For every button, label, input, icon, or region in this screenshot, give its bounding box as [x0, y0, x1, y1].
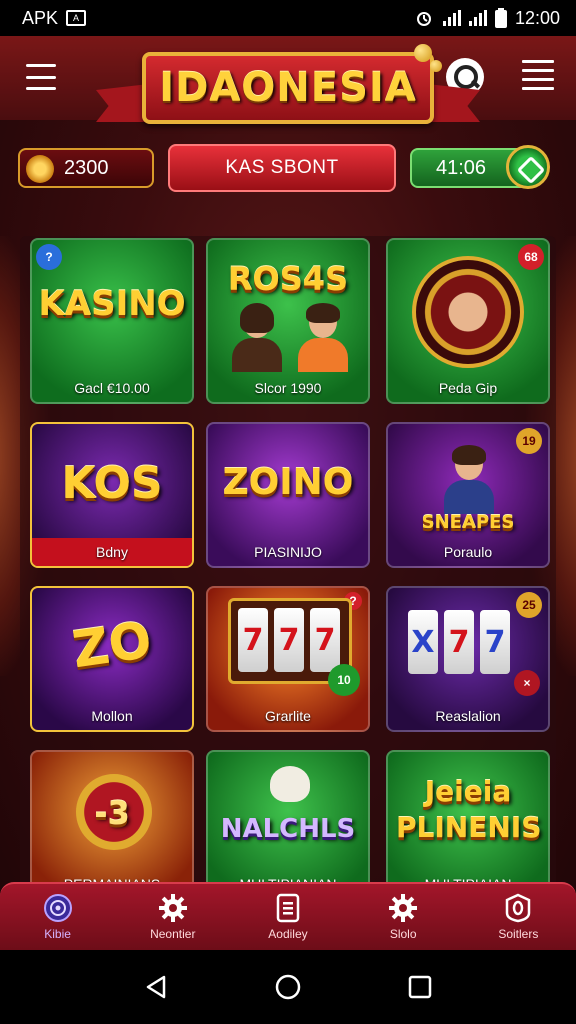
status-bar: APK A 12:00	[0, 0, 576, 36]
game-tile-permainians[interactable]: -3 PERMAINIANS	[30, 750, 194, 900]
center-action-label: KAS SBONT	[225, 157, 339, 178]
coin-balance[interactable]: 2300	[18, 148, 154, 188]
zero-badge-icon	[503, 893, 533, 923]
count-badge: 25	[516, 592, 542, 618]
count-badge: 68	[518, 244, 544, 270]
app-title: IDAONESIA	[159, 65, 417, 111]
game-label: Grarlite	[265, 708, 311, 724]
person-male-icon	[296, 303, 350, 372]
game-art-title: -3	[94, 794, 130, 832]
slot-reel: 7	[444, 610, 474, 674]
hamburger-menu-icon[interactable]	[26, 64, 56, 90]
nav-label: Slolo	[389, 927, 417, 941]
game-art-title: KOS	[61, 458, 163, 509]
title-banner: IDAONESIA	[96, 44, 480, 138]
nav-item-soitlers[interactable]: Soitlers	[468, 887, 568, 947]
game-label: Reaslalion	[435, 708, 501, 724]
list-menu-icon[interactable]	[522, 60, 554, 90]
signal-icon	[442, 10, 461, 26]
wifi-alarm-icon	[416, 12, 431, 26]
info-badge-icon: ?	[36, 244, 62, 270]
game-art-title: Jeieia PLINENIS	[396, 775, 542, 844]
person-male-icon	[442, 445, 496, 514]
home-icon[interactable]	[274, 973, 302, 1001]
slot-reel: X	[408, 610, 438, 674]
battery-icon	[494, 8, 507, 28]
slot-reel: 7	[238, 608, 268, 672]
game-art-title: KASINO	[38, 284, 186, 324]
game-label: Slcor 1990	[254, 380, 322, 396]
status-time: 12:00	[514, 7, 560, 28]
gear-icon	[388, 893, 418, 923]
status-left: APK A	[22, 7, 87, 29]
notification-icon: A	[66, 10, 87, 26]
roulette-wheel-icon	[412, 256, 524, 368]
coin-balance-value: 2300	[64, 156, 109, 179]
document-icon	[273, 893, 303, 923]
nav-item-neontier[interactable]: Neontier	[123, 887, 223, 947]
android-navigation-bar	[0, 950, 576, 1024]
count-badge: 19	[516, 428, 542, 454]
slot-reel: 7	[274, 608, 304, 672]
info-row: 2300 KAS SBONT 41:06	[0, 144, 576, 192]
game-art-title: NALCHLS	[220, 814, 356, 844]
nav-label: Soitlers	[498, 927, 539, 941]
timer-value: 41:06	[436, 156, 487, 179]
game-label: Mollon	[91, 708, 133, 724]
game-art-title: ZO	[68, 610, 156, 680]
gear-icon	[158, 893, 188, 923]
game-grid: ? KASINO Gacl €10.00 ROS4S Slcor 1990 68…	[20, 236, 556, 926]
coin-decoration-icon	[430, 60, 442, 72]
bottom-navigation: Kibie Neontier Aodiley Slolo Soitlers	[0, 882, 576, 950]
game-label: PIASINIJO	[254, 544, 322, 560]
ribbon-main: IDAONESIA	[142, 52, 434, 124]
game-label: Gacl €10.00	[74, 380, 150, 396]
game-tile-zoino[interactable]: ZOINO PIASINIJO	[206, 422, 370, 568]
nav-item-slolo[interactable]: Slolo	[353, 887, 453, 947]
back-icon[interactable]	[142, 973, 170, 1001]
signal-icon-2	[468, 10, 487, 26]
game-tile-kos[interactable]: KOS Bdny	[30, 422, 194, 568]
slot-reel: 7	[480, 610, 510, 674]
nav-label: Neontier	[150, 927, 196, 941]
center-action-button[interactable]: KAS SBONT	[168, 144, 396, 192]
game-tile-poraulo[interactable]: 19 SNEAPES Poraulo	[386, 422, 550, 568]
recents-icon[interactable]	[406, 973, 434, 1001]
diamond-badge-icon[interactable]	[506, 145, 550, 189]
multiplier-badge: ×	[514, 670, 540, 696]
game-tile-mollon[interactable]: ZO Mollon	[30, 586, 194, 732]
coin-gear-icon	[26, 155, 54, 183]
nav-label: Aodiley	[268, 927, 308, 941]
game-art-title: ZOINO	[222, 462, 354, 503]
target-icon	[43, 893, 73, 923]
game-tile-grarlite[interactable]: ? 7 7 7 10 Grarlite	[206, 586, 370, 732]
skull-icon	[270, 766, 310, 802]
game-label: Bdny	[32, 538, 192, 566]
nav-item-aodiley[interactable]: Aodiley	[238, 887, 338, 947]
game-tile-reaslalion[interactable]: 25 X 7 7 × Reaslalion	[386, 586, 550, 732]
slot-reel: 7	[310, 608, 340, 672]
game-art-title: ROS4S	[227, 260, 349, 298]
person-female-icon	[230, 303, 284, 372]
game-label: Peda Gip	[438, 380, 498, 396]
game-tile-plinenis[interactable]: Jeieia PLINENIS MULTIPIAIAN	[386, 750, 550, 900]
game-tile-nalchls[interactable]: NALCHLS MULTIPIANIAN	[206, 750, 370, 900]
carrier-label: APK	[22, 7, 59, 28]
nav-label: Kibie	[44, 927, 71, 941]
game-tile-kasino[interactable]: ? KASINO Gacl €10.00	[30, 238, 194, 404]
game-tile-ros4s[interactable]: ROS4S Slcor 1990	[206, 238, 370, 404]
game-art-title: SNEAPES	[421, 512, 515, 533]
status-right: 12:00	[413, 8, 560, 29]
game-label: Poraulo	[443, 544, 493, 560]
app-screen: IDAONESIA 2300 KAS SBONT 41:06 ? KASINO …	[0, 36, 576, 950]
coin-decoration-icon	[414, 44, 432, 62]
nav-item-kibie[interactable]: Kibie	[8, 887, 108, 947]
count-badge: 10	[328, 664, 360, 696]
game-tile-peda-gip[interactable]: 68 Peda Gip	[386, 238, 550, 404]
